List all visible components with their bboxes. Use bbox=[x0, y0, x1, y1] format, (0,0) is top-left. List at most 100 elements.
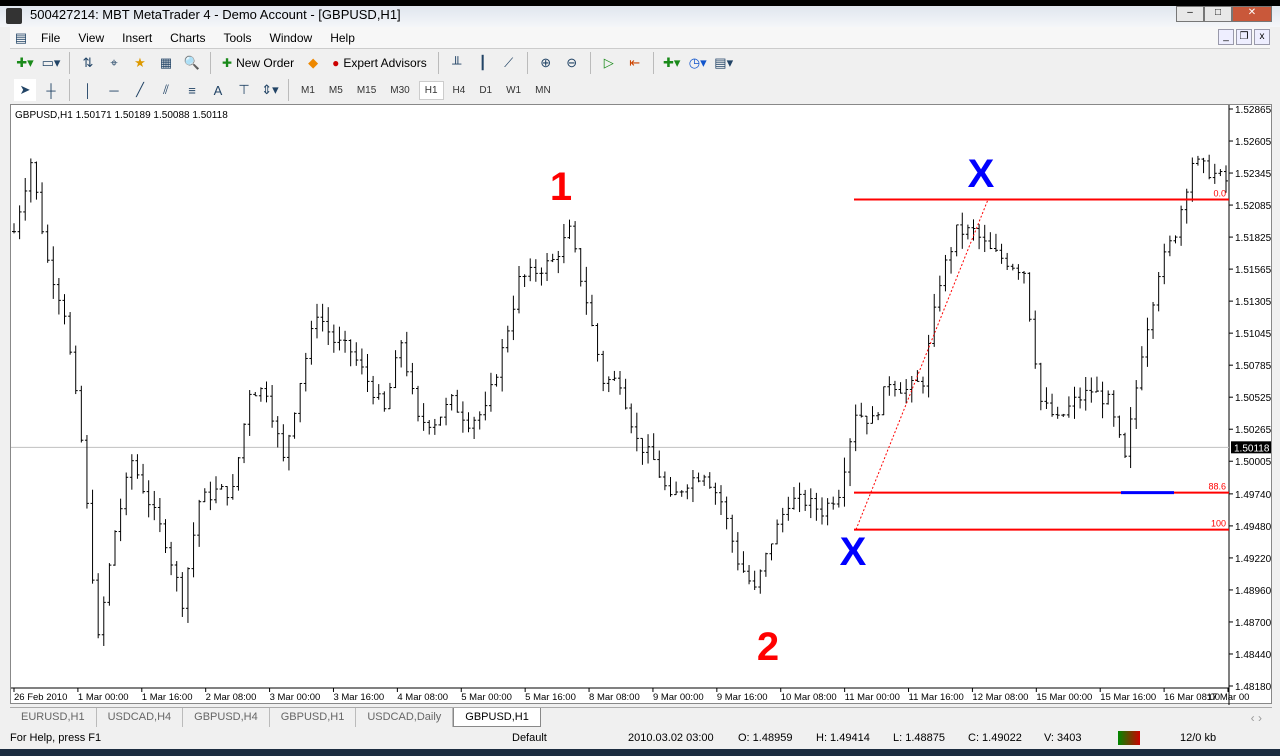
timeframe-h1[interactable]: H1 bbox=[418, 80, 444, 100]
metaeditor-icon[interactable]: ◆ bbox=[302, 52, 324, 74]
trendline-icon[interactable]: ╱ bbox=[129, 79, 151, 101]
menu-bar: ▤ File View Insert Charts Tools Window H… bbox=[10, 27, 1270, 49]
y-tick-label: 1.50005 bbox=[1235, 457, 1272, 468]
chart-annotation-2: 2 bbox=[757, 625, 779, 669]
fibonacci-icon[interactable]: ≡ bbox=[181, 79, 203, 101]
equidistant-channel-icon[interactable]: ⫽ bbox=[155, 79, 177, 101]
line-chart-icon[interactable]: ⟋ bbox=[498, 52, 520, 74]
zoom-out-icon[interactable]: ⊖ bbox=[561, 52, 583, 74]
strategy-tester-icon[interactable]: 🔍 bbox=[181, 52, 203, 74]
candlestick-icon[interactable]: ┃ bbox=[472, 52, 494, 74]
profiles-icon[interactable]: ▭▾ bbox=[40, 52, 62, 74]
maximize-button[interactable]: □ bbox=[1204, 6, 1232, 22]
horizontal-line-icon[interactable]: ─ bbox=[103, 79, 125, 101]
tab-usdcad-h4[interactable]: USDCAD,H4 bbox=[97, 708, 184, 727]
y-tick-label: 1.48960 bbox=[1235, 586, 1272, 597]
fib-level-label: 88.6 bbox=[1208, 482, 1226, 492]
tab-scroll-arrows[interactable]: ‹ › bbox=[1241, 708, 1272, 727]
standard-toolbar: ✚▾ ▭▾ ⇅ ⌖ ★ ▦ 🔍 ✚ New Order ◆ ● Expert Adv… bbox=[10, 49, 735, 77]
chart-annotation-x: X bbox=[840, 530, 867, 574]
navigator-icon[interactable]: ★ bbox=[129, 52, 151, 74]
status-bar: For Help, press F1 Default 2010.03.02 03… bbox=[0, 729, 1280, 749]
expert-advisors-button[interactable]: ● Expert Advisors bbox=[328, 52, 431, 74]
status-open: O: 1.48959 bbox=[738, 732, 793, 744]
crosshair-icon[interactable]: ┼ bbox=[40, 79, 62, 101]
data-window-icon[interactable]: ⌖ bbox=[103, 52, 125, 74]
y-tick-label: 1.49740 bbox=[1235, 490, 1272, 501]
timeframe-m5[interactable]: M5 bbox=[324, 82, 348, 99]
window-title: 500427214: MBT MetaTrader 4 - Demo Accou… bbox=[30, 7, 401, 22]
y-tick-label: 1.51825 bbox=[1235, 233, 1272, 244]
bar-chart-icon[interactable]: ╨ bbox=[446, 52, 468, 74]
x-tick-label: 15 Mar 16:00 bbox=[1100, 692, 1156, 703]
drawing-toolbar: ➤ ┼ │ ─ ╱ ⫽ ≡ A ⊤ ⇕▾ M1 M5 M15 M30 H1 H4… bbox=[10, 76, 556, 104]
y-tick-label: 1.52345 bbox=[1235, 169, 1272, 180]
tab-eurusd-h1[interactable]: EURUSD,H1 bbox=[10, 708, 97, 727]
status-close: C: 1.49022 bbox=[968, 732, 1022, 744]
mdi-close-button[interactable]: x bbox=[1254, 29, 1270, 45]
taskbar bbox=[0, 749, 1280, 756]
x-tick-label: 15 Mar 00:00 bbox=[1036, 692, 1092, 703]
timeframe-m30[interactable]: M30 bbox=[385, 82, 414, 99]
title-bar: 500427214: MBT MetaTrader 4 - Demo Accou… bbox=[0, 0, 1280, 27]
timeframe-w1[interactable]: W1 bbox=[501, 82, 526, 99]
price-chart[interactable]: 1.52865 1.52605 1.52345 1.52085 1.51825 1.515… bbox=[11, 105, 1273, 705]
y-tick-label: 1.50265 bbox=[1235, 425, 1272, 436]
y-tick-label: 1.51045 bbox=[1235, 329, 1272, 340]
x-tick-label: 3 Mar 16:00 bbox=[333, 692, 384, 703]
chart-header-label: GBPUSD,H1 1.50171 1.50189 1.50088 1.5011… bbox=[15, 110, 228, 121]
periods-clock-icon[interactable]: ◷▾ bbox=[687, 52, 709, 74]
menu-help[interactable]: Help bbox=[321, 31, 364, 45]
tab-gbpusd-h4[interactable]: GBPUSD,H4 bbox=[183, 708, 270, 727]
minimize-button[interactable]: – bbox=[1176, 6, 1204, 22]
tab-usdcad-daily[interactable]: USDCAD,Daily bbox=[356, 708, 454, 727]
timeframe-h4[interactable]: H4 bbox=[448, 82, 471, 99]
status-low: L: 1.48875 bbox=[893, 732, 945, 744]
indicators-icon[interactable]: ✚▾ bbox=[661, 52, 683, 74]
zoom-in-icon[interactable]: ⊕ bbox=[535, 52, 557, 74]
menu-tools[interactable]: Tools bbox=[215, 31, 261, 45]
x-tick-label: 1 Mar 00:00 bbox=[78, 692, 129, 703]
app-icon bbox=[6, 8, 22, 24]
x-tick-label: 9 Mar 00:00 bbox=[653, 692, 704, 703]
auto-scroll-icon[interactable]: ▷ bbox=[598, 52, 620, 74]
y-tick-label: 1.51305 bbox=[1235, 297, 1272, 308]
y-tick-label: 1.52085 bbox=[1235, 201, 1272, 212]
timeframe-d1[interactable]: D1 bbox=[474, 82, 497, 99]
close-button[interactable]: ✕ bbox=[1232, 6, 1272, 22]
x-tick-label: 5 Mar 16:00 bbox=[525, 692, 576, 703]
x-tick-label: 4 Mar 08:00 bbox=[397, 692, 448, 703]
menu-charts[interactable]: Charts bbox=[161, 31, 214, 45]
templates-icon[interactable]: ▤▾ bbox=[713, 52, 735, 74]
timeframe-m15[interactable]: M15 bbox=[352, 82, 381, 99]
status-time: 2010.03.02 03:00 bbox=[628, 732, 714, 744]
tab-gbpusd-h1-active[interactable]: GBPUSD,H1 bbox=[453, 708, 541, 727]
tab-gbpusd-h1[interactable]: GBPUSD,H1 bbox=[270, 708, 357, 727]
status-traffic: 12/0 kb bbox=[1180, 732, 1217, 744]
mdi-minimize-button[interactable]: _ bbox=[1218, 29, 1234, 45]
market-watch-icon[interactable]: ⇅ bbox=[77, 52, 99, 74]
new-order-button[interactable]: ✚ New Order bbox=[218, 52, 298, 74]
terminal-icon[interactable]: ▦ bbox=[155, 52, 177, 74]
x-tick-label: 3 Mar 00:00 bbox=[270, 692, 321, 703]
menu-file[interactable]: File bbox=[32, 31, 69, 45]
timeframe-m1[interactable]: M1 bbox=[296, 82, 320, 99]
text-label-icon[interactable]: ⊤ bbox=[233, 79, 255, 101]
new-chart-icon[interactable]: ✚▾ bbox=[14, 52, 36, 74]
status-high: H: 1.49414 bbox=[816, 732, 870, 744]
text-icon[interactable]: A bbox=[207, 79, 229, 101]
chart-window[interactable]: 1.52865 1.52605 1.52345 1.52085 1.51825 1.515… bbox=[10, 104, 1273, 705]
mdi-restore-button[interactable]: ❐ bbox=[1236, 29, 1252, 45]
cursor-icon[interactable]: ➤ bbox=[14, 79, 36, 101]
arrows-icon[interactable]: ⇕▾ bbox=[259, 79, 281, 101]
chart-annotation-x: X bbox=[968, 152, 995, 196]
menu-view[interactable]: View bbox=[69, 31, 113, 45]
chart-shift-icon[interactable]: ⇤ bbox=[624, 52, 646, 74]
chart-tabs: EURUSD,H1 USDCAD,H4 GBPUSD,H4 GBPUSD,H1 … bbox=[10, 707, 1272, 727]
timeframe-mn[interactable]: MN bbox=[530, 82, 556, 99]
menu-insert[interactable]: Insert bbox=[113, 31, 161, 45]
x-tick-label: 8 Mar 08:00 bbox=[589, 692, 640, 703]
menu-window[interactable]: Window bbox=[261, 31, 322, 45]
vertical-line-icon[interactable]: │ bbox=[77, 79, 99, 101]
chart-window-icon: ▤ bbox=[14, 29, 28, 45]
